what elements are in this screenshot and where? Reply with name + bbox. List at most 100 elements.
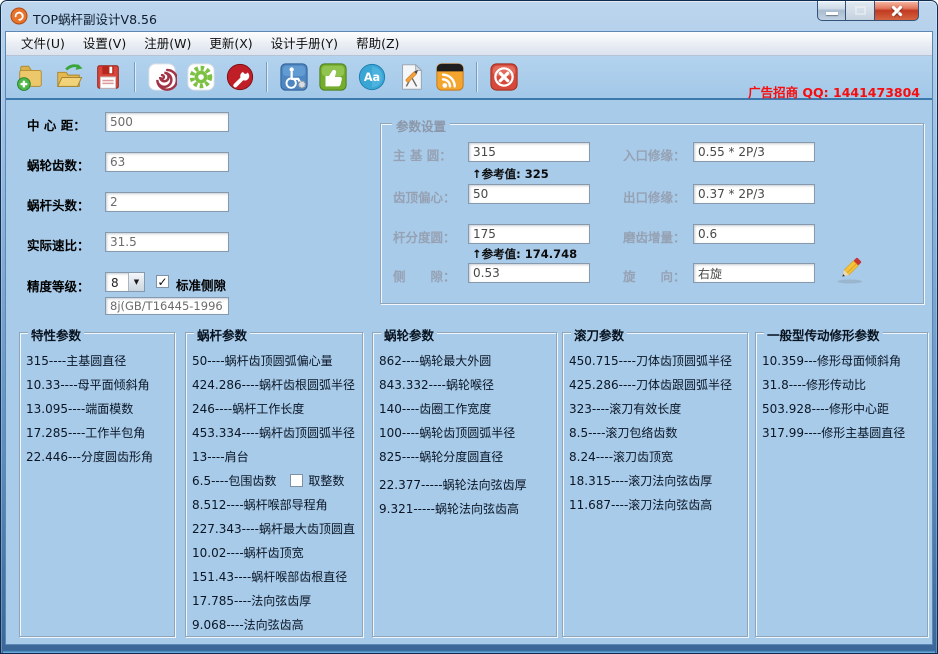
tools-wrench-button[interactable] (224, 61, 256, 93)
center-distance-input[interactable] (105, 112, 229, 132)
entry-relief-input[interactable] (693, 142, 815, 162)
param-line: 10.02----蜗杆齿顶宽 (192, 540, 359, 564)
param-line: 17.785----法向弦齿厚 (192, 588, 359, 612)
maximize-button[interactable] (846, 1, 875, 21)
minimize-icon (826, 12, 838, 15)
chevron-down-icon[interactable]: ▼ (128, 273, 144, 291)
worm-starts-label: 蜗杆头数： (27, 195, 90, 214)
accessibility-button[interactable] (278, 61, 310, 93)
exit-button[interactable] (488, 61, 520, 93)
base-circle-ref-value: ↑参考值: 325 (472, 166, 549, 182)
toolbar-separator (476, 62, 478, 92)
edit-pencil-icon[interactable] (833, 250, 869, 286)
menu-update[interactable]: 更新(X) (200, 33, 261, 55)
param-line: 825----蜗轮分度圆直径 (379, 444, 553, 468)
main-base-circle-label: 主 基 圆： (393, 145, 452, 164)
exit-relief-label: 出口修缘： (623, 187, 686, 206)
draft-edit-icon (396, 62, 426, 92)
close-button[interactable] (875, 1, 919, 21)
menu-help[interactable]: 帮助(Z) (347, 33, 408, 55)
worm-pitch-circle-input[interactable] (468, 224, 590, 244)
menu-register[interactable]: 注册(W) (135, 33, 200, 55)
actual-ratio-input[interactable] (105, 232, 229, 252)
hand-direction-input[interactable] (693, 263, 815, 283)
toolbar-separator (266, 62, 268, 92)
toolbar: Aa (6, 56, 932, 100)
svg-text:Aa: Aa (364, 71, 380, 84)
modification-params-title: 一般型传动修形参数 (764, 325, 883, 344)
param-line: 862----蜗轮最大外圆 (379, 348, 553, 372)
param-line: 50----蜗杆齿顶圆弧偏心量 (192, 348, 359, 372)
precision-grade-combo[interactable]: 8 ▼ (105, 272, 145, 292)
param-line: 8.24----滚刀齿顶宽 (569, 444, 744, 468)
main-base-circle-input[interactable] (468, 142, 590, 162)
pitch-circle-ref-value: ↑参考值: 174.748 (472, 246, 577, 262)
param-line: 8.5----滚刀包络齿数 (569, 420, 744, 444)
backlash-input[interactable] (468, 263, 590, 283)
actual-ratio-label: 实际速比： (27, 235, 90, 254)
wheel-teeth-label: 蜗轮齿数： (27, 155, 90, 174)
wrench-icon (225, 62, 255, 92)
thumbs-up-button[interactable] (317, 61, 349, 93)
client-area: 文件(U) 设置(V) 注册(W) 更新(X) 设计手册(Y) 帮助(Z) (5, 31, 933, 645)
param-line: 100----蜗轮齿顶圆弧半径 (379, 420, 553, 444)
minimize-button[interactable] (817, 1, 846, 21)
open-file-button[interactable] (53, 61, 85, 93)
draft-edit-button[interactable] (395, 61, 427, 93)
hob-params-title: 滚刀参数 (571, 325, 627, 344)
menu-design-manual[interactable]: 设计手册(Y) (262, 33, 347, 55)
menu-settings[interactable]: 设置(V) (74, 33, 135, 55)
param-line: 8.512----蜗杆喉部导程角 (192, 492, 359, 516)
characteristic-params-panel: 特性参数 315----主基圆直径 10.33----母平面倾斜角 13.095… (19, 332, 175, 637)
param-line: 13.095----端面模数 (26, 396, 171, 420)
param-line: 315----主基圆直径 (26, 348, 171, 372)
param-settings-group: 参数设置 主 基 圆： ↑参考值: 325 齿顶偏心： 杆分度圆： ↑参考值: … (380, 123, 924, 304)
rss-button[interactable] (434, 61, 466, 93)
param-line: 9.321-----蜗轮法向弦齿高 (379, 496, 553, 520)
grinding-increment-input[interactable] (693, 224, 815, 244)
hand-direction-label: 旋 向： (623, 266, 686, 285)
param-line: 317.99----修形主基圆直径 (762, 420, 924, 444)
round-to-integer-checkbox[interactable] (290, 474, 303, 487)
worm-pitch-circle-label: 杆分度圆： (393, 227, 456, 246)
param-line: 323----滚刀有效长度 (569, 396, 744, 420)
characteristic-params-title: 特性参数 (28, 325, 84, 344)
font-button[interactable]: Aa (356, 61, 388, 93)
gear-settings-button[interactable] (185, 61, 217, 93)
tip-eccentricity-input[interactable] (468, 184, 590, 204)
param-line: 6.5----包围齿数 (192, 472, 276, 489)
precision-grade-value: 8 (106, 273, 128, 291)
param-line: 18.315----滚刀法向弦齿厚 (569, 468, 744, 492)
standard-backlash-checkbox[interactable]: ✓ (156, 275, 169, 288)
save-button[interactable] (92, 61, 124, 93)
param-line: 453.334----蜗杆齿顶圆弧半径 (192, 420, 359, 444)
wheel-params-panel: 蜗轮参数 862----蜗轮最大外圆 843.332----蜗轮喉径 140--… (372, 332, 557, 637)
param-line: 11.687----滚刀法向弦齿高 (569, 492, 744, 516)
new-file-button[interactable] (14, 61, 46, 93)
param-line: 140----齿圈工作宽度 (379, 396, 553, 420)
param-line: 22.377-----蜗轮法向弦齿厚 (379, 472, 553, 496)
window-controls (817, 1, 919, 21)
worm-spiral-button[interactable] (146, 61, 178, 93)
gear-icon (186, 62, 216, 92)
precision-grade-label: 精度等级： (27, 276, 90, 295)
worm-starts-input[interactable] (105, 192, 229, 212)
save-icon (93, 62, 123, 92)
param-line: 450.715----刀体齿顶圆弧半径 (569, 348, 744, 372)
param-line: 151.43----蜗杆喉部齿根直径 (192, 564, 359, 588)
standard-code-input[interactable] (105, 297, 229, 315)
title-bar[interactable]: TOP蜗杆副设计V8.56 (1, 1, 937, 31)
param-line: 31.8----修形传动比 (762, 372, 924, 396)
param-settings-title: 参数设置 (392, 116, 450, 135)
param-line: 13----肩台 (192, 444, 359, 468)
worm-params-title: 蜗杆参数 (194, 325, 250, 344)
param-line: 10.33----母平面倾斜角 (26, 372, 171, 396)
thumbs-up-icon (318, 62, 348, 92)
spiral-icon (147, 62, 177, 92)
menu-file[interactable]: 文件(U) (12, 33, 74, 55)
param-line: 227.343----蜗杆最大齿顶圆直 (192, 516, 359, 540)
wheel-teeth-input[interactable] (105, 152, 229, 172)
param-line: 17.285----工作半包角 (26, 420, 171, 444)
exit-relief-input[interactable] (693, 184, 815, 204)
app-logo-icon (10, 7, 28, 25)
